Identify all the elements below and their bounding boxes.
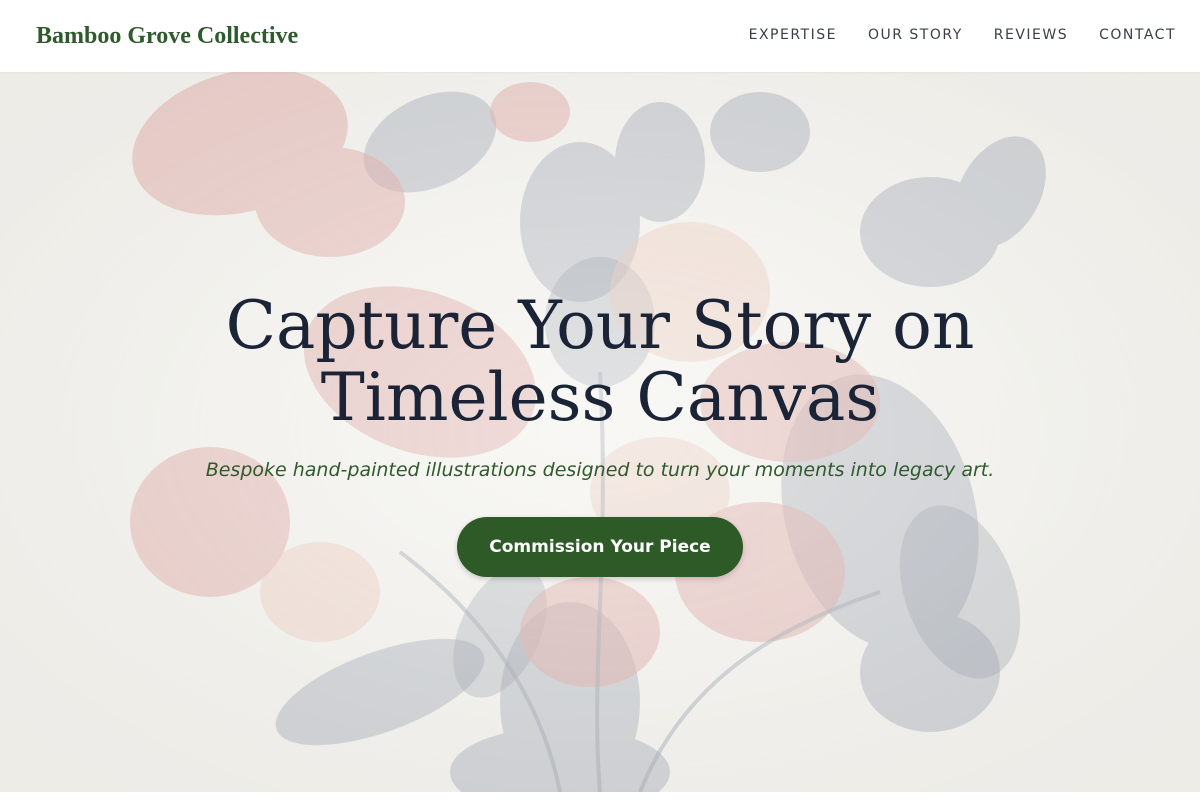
nav-reviews[interactable]: REVIEWS [994,24,1068,46]
nav-contact[interactable]: CONTACT [1099,24,1176,46]
page-bottom-edge [0,792,1200,800]
hero-headline: Capture Your Story on Timeless Canvas [225,287,975,436]
brand-logo[interactable]: Bamboo Grove Collective [36,20,298,52]
site-header: Bamboo Grove Collective EXPERTISE OUR ST… [0,0,1200,72]
hero-section: Capture Your Story on Timeless Canvas Be… [0,72,1200,792]
commission-button[interactable]: Commission Your Piece [457,517,743,577]
main-nav: EXPERTISE OUR STORY REVIEWS CONTACT [749,24,1176,46]
hero-tagline: Bespoke hand-painted illustrations desig… [205,459,995,481]
nav-our-story[interactable]: OUR STORY [868,24,963,46]
nav-expertise[interactable]: EXPERTISE [749,24,837,46]
